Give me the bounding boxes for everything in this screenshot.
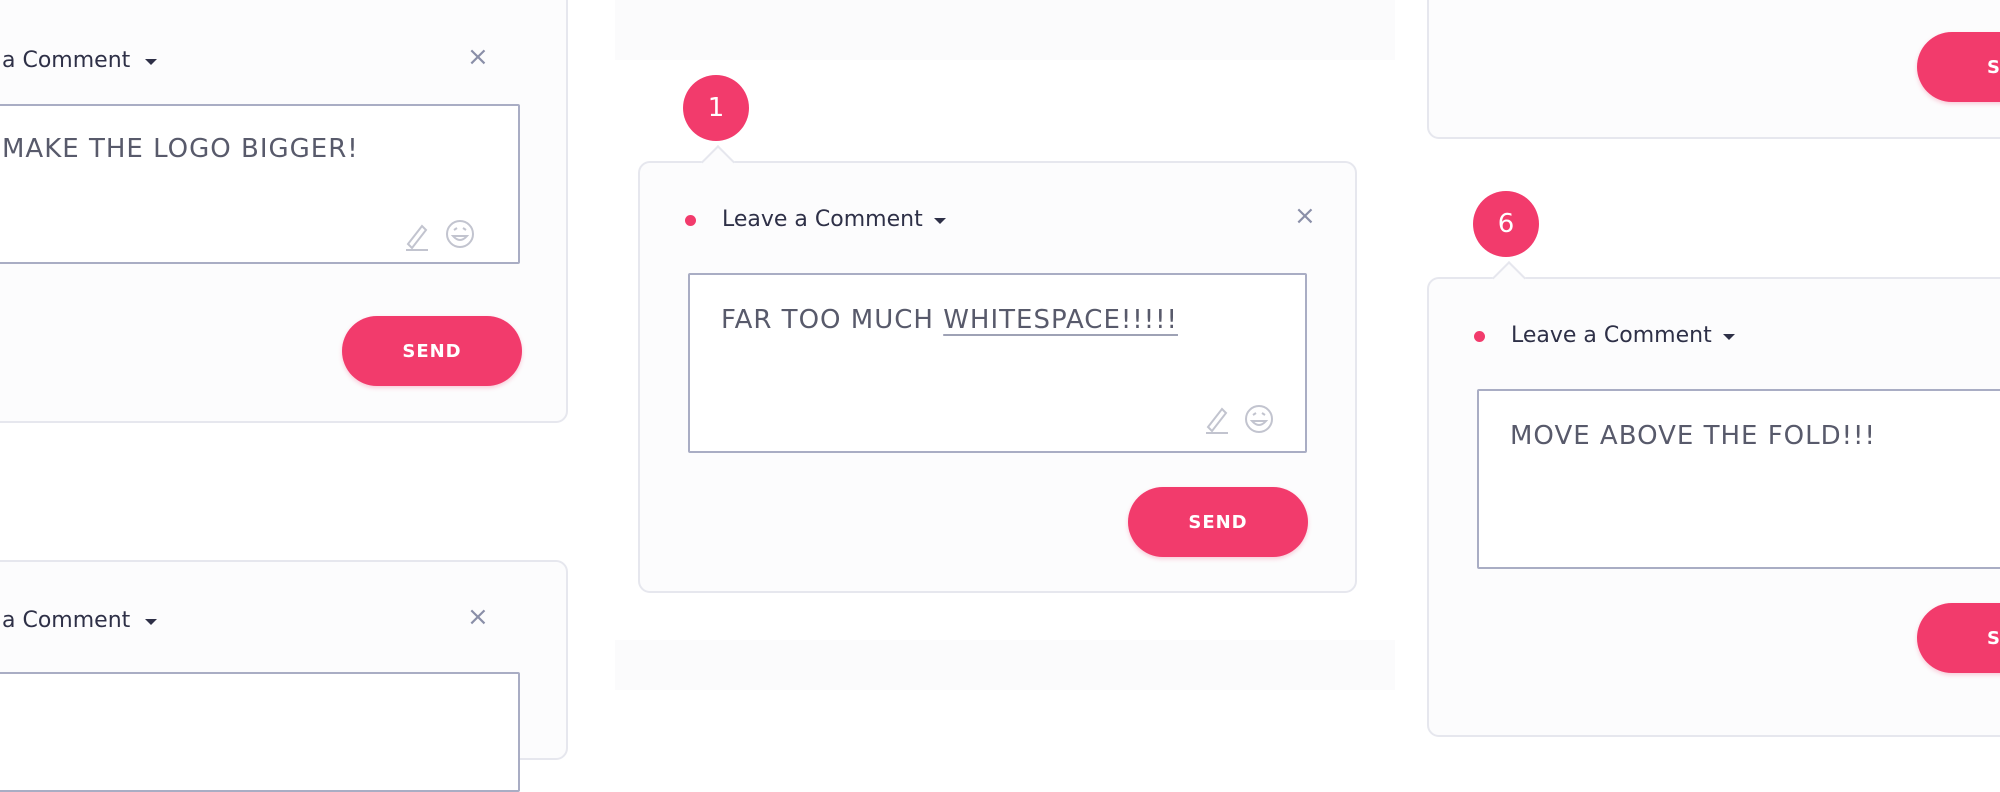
comment-text: FAR TOO MUCH WHITESPACE!!!!! [721, 305, 1178, 335]
card-pointer [701, 145, 735, 179]
comment-text-underlined: WHITESPACE!!!!! [943, 305, 1178, 335]
comment-input[interactable]: MOVE ABOVE THE FOLD!!! [1477, 389, 2000, 569]
comment-card: Leave a Comment × FAR TOO MUCH WHITESPAC… [638, 145, 1357, 593]
background-panel [615, 640, 1395, 690]
status-dot [1474, 331, 1485, 342]
pen-icon[interactable] [402, 220, 432, 252]
card-header: a Comment × [0, 592, 566, 633]
background-panel [615, 0, 1395, 60]
card-title: a Comment [2, 608, 131, 633]
pen-icon[interactable] [1202, 403, 1232, 435]
close-icon[interactable]: × [467, 604, 489, 630]
card-title: a Comment [2, 48, 131, 73]
comment-card: a Comment × [0, 560, 568, 792]
send-button-label: SE [1987, 627, 2000, 649]
comment-card: a Comment × MAKE THE LOGO BIGGER! SEND [0, 0, 568, 423]
card-title: Leave a Comment [1511, 323, 1712, 348]
chevron-down-icon[interactable] [1723, 334, 1735, 340]
comment-card: SE [1427, 0, 2000, 139]
comment-card: Leave a Comment MOVE ABOVE THE FOLD!!! S… [1427, 261, 2000, 737]
status-dot [685, 215, 696, 226]
comment-input[interactable]: FAR TOO MUCH WHITESPACE!!!!! [688, 273, 1307, 453]
comment-text: MAKE THE LOGO BIGGER! [2, 134, 359, 164]
comment-text-plain: FAR TOO MUCH [721, 305, 944, 335]
send-button-label: SE [1987, 56, 2000, 78]
chevron-down-icon[interactable] [145, 59, 157, 65]
close-icon[interactable]: × [1294, 203, 1316, 229]
card-pointer [1492, 261, 1526, 295]
comment-input[interactable] [0, 672, 520, 792]
comment-input[interactable]: MAKE THE LOGO BIGGER! [0, 104, 520, 264]
send-button[interactable]: SEND [1128, 487, 1308, 557]
card-header: a Comment × [0, 32, 566, 73]
chevron-down-icon[interactable] [934, 218, 946, 224]
comment-text: MOVE ABOVE THE FOLD!!! [1510, 421, 1876, 451]
send-button[interactable]: SE [1917, 603, 2000, 673]
emoji-icon[interactable] [1243, 403, 1275, 435]
send-button[interactable]: SE [1917, 32, 2000, 102]
comment-marker-badge[interactable]: 6 [1473, 191, 1539, 257]
comment-marker-badge[interactable]: 1 [683, 75, 749, 141]
send-button[interactable]: SEND [342, 316, 522, 386]
close-icon[interactable]: × [467, 44, 489, 70]
card-title: Leave a Comment [722, 207, 923, 232]
chevron-down-icon[interactable] [145, 619, 157, 625]
emoji-icon[interactable] [444, 218, 476, 250]
